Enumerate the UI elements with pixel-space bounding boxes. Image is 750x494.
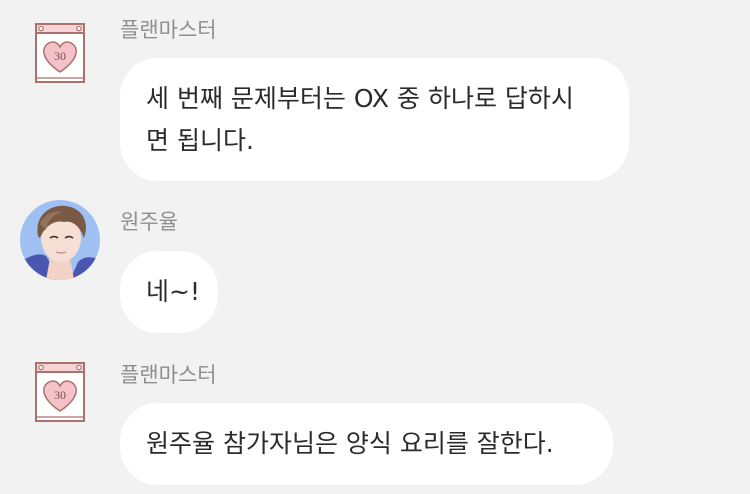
sender-name: 원주율 bbox=[120, 210, 178, 234]
calendar-heart-icon[interactable]: 30 bbox=[20, 353, 100, 433]
message-line: 원주율 참가자님은 양식 요리를 잘한다. bbox=[146, 429, 554, 458]
calendar-badge: 30 bbox=[54, 388, 66, 402]
calendar-heart-icon[interactable]: 30 bbox=[20, 14, 100, 94]
chat-message: 30 플랜마스터 원주율 참가자님은 양식 요리를 잘한다. bbox=[0, 350, 750, 494]
message-bubble: 세 번째 문제부터는 OX 중 하나로 답하시 면 됩니다. bbox=[120, 58, 629, 181]
user-portrait[interactable] bbox=[20, 200, 100, 280]
chat-message: 원주율 네~! bbox=[0, 190, 750, 350]
message-line: 네~! bbox=[146, 277, 200, 306]
message-line: 면 됩니다. bbox=[146, 126, 254, 155]
message-bubble: 네~! bbox=[120, 251, 218, 333]
chat-message: 30 플랜마스터 세 번째 문제부터는 OX 중 하나로 답하시 면 됩니다. bbox=[0, 0, 750, 190]
calendar-badge: 30 bbox=[54, 49, 66, 63]
message-bubble: 원주율 참가자님은 양식 요리를 잘한다. bbox=[120, 403, 613, 485]
message-line: 세 번째 문제부터는 OX 중 하나로 답하시 bbox=[146, 84, 574, 113]
sender-name: 플랜마스터 bbox=[120, 18, 217, 42]
sender-name: 플랜마스터 bbox=[120, 363, 217, 387]
